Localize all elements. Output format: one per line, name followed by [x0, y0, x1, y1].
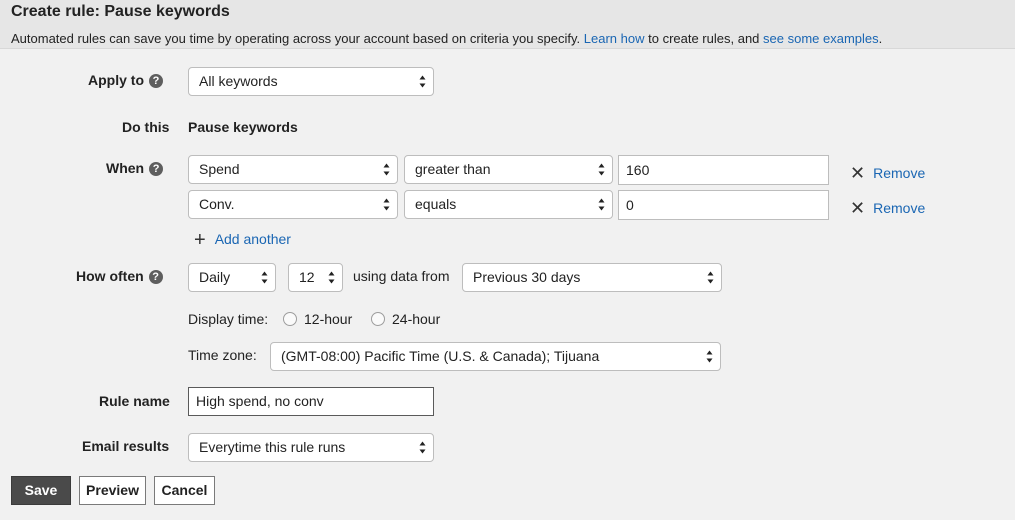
select-arrows-icon [383, 198, 390, 211]
frequency-value: Daily [199, 269, 231, 285]
how-often-label: How often? [76, 268, 163, 284]
using-data-from-label: using data from [353, 268, 450, 284]
do-this-label: Do this [122, 119, 170, 135]
hour-value: 12 [299, 269, 315, 285]
condition-operator-select[interactable]: equals [404, 190, 613, 219]
when-label-text: When [106, 160, 145, 176]
plus-icon: + [194, 229, 206, 251]
select-arrows-icon [598, 198, 605, 211]
date-range-select[interactable]: Previous 30 days [462, 263, 722, 292]
radio-24-hour[interactable]: 24-hour [371, 311, 440, 327]
radio-circle[interactable] [371, 312, 385, 326]
do-this-value: Pause keywords [188, 119, 298, 135]
help-icon[interactable]: ? [149, 162, 164, 176]
radio-circle[interactable] [283, 312, 297, 326]
help-icon[interactable]: ? [149, 74, 163, 88]
cancel-button[interactable]: Cancel [154, 476, 215, 505]
condition-metric-select[interactable]: Spend [188, 155, 398, 184]
rule-name-label: Rule name [99, 393, 170, 409]
select-arrows-icon [706, 350, 713, 363]
preview-button[interactable]: Preview [79, 476, 146, 505]
condition-metric-value: Conv. [199, 196, 235, 212]
remove-condition-button[interactable]: ✕ Remove [850, 198, 925, 219]
condition-value-input[interactable]: 160 [618, 155, 829, 185]
frequency-select[interactable]: Daily [188, 263, 276, 292]
add-another-link[interactable]: + Add another [194, 229, 291, 252]
date-range-value: Previous 30 days [473, 269, 581, 285]
time-zone-label: Time zone: [188, 347, 257, 363]
select-arrows-icon [598, 163, 605, 176]
learn-how-link[interactable]: Learn how [584, 31, 645, 46]
condition-metric-select[interactable]: Conv. [188, 190, 398, 219]
add-another-label: Add another [214, 231, 291, 247]
save-button[interactable]: Save [11, 476, 71, 505]
intro-text-middle: to create rules, and [644, 31, 764, 46]
condition-operator-value: greater than [415, 161, 491, 177]
radio-24-hour-label: 24-hour [392, 311, 441, 327]
email-results-value: Everytime this rule runs [199, 439, 346, 455]
apply-to-label-text: Apply to [88, 72, 144, 88]
intro-text: Automated rules can save you time by ope… [11, 31, 882, 46]
when-label: When? [106, 160, 164, 176]
condition-value-input[interactable]: 0 [618, 190, 829, 220]
select-arrows-icon [383, 163, 390, 176]
apply-to-select[interactable]: All keywords [188, 67, 434, 96]
radio-12-hour[interactable]: 12-hour [283, 311, 352, 327]
condition-metric-value: Spend [199, 161, 240, 177]
radio-12-hour-label: 12-hour [304, 311, 353, 327]
intro-text-end: . [878, 31, 883, 46]
hour-select[interactable]: 12 [288, 263, 343, 292]
email-results-select[interactable]: Everytime this rule runs [188, 433, 434, 462]
page-title: Create rule: Pause keywords [11, 3, 230, 20]
time-zone-select[interactable]: (GMT-08:00) Pacific Time (U.S. & Canada)… [270, 342, 721, 371]
select-arrows-icon [328, 271, 335, 284]
condition-operator-select[interactable]: greater than [404, 155, 613, 184]
select-arrows-icon [419, 441, 426, 454]
select-arrows-icon [419, 75, 426, 88]
rule-name-input[interactable]: High spend, no conv [188, 387, 434, 416]
remove-label: Remove [873, 165, 926, 181]
remove-label: Remove [873, 200, 926, 216]
select-arrows-icon [707, 271, 714, 284]
apply-to-value: All keywords [199, 73, 278, 89]
how-often-label-text: How often [76, 268, 144, 284]
apply-to-label: Apply to? [88, 72, 163, 88]
intro-text-start: Automated rules can save you time by ope… [11, 31, 584, 46]
display-time-label: Display time: [188, 311, 269, 327]
select-arrows-icon [261, 271, 268, 284]
time-zone-value: (GMT-08:00) Pacific Time (U.S. & Canada)… [281, 348, 600, 364]
help-icon[interactable]: ? [148, 270, 163, 284]
condition-operator-value: equals [415, 196, 457, 212]
close-icon: ✕ [850, 163, 866, 183]
page-header: Create rule: Pause keywords Automated ru… [0, 0, 1015, 49]
see-examples-link[interactable]: see some examples [763, 31, 879, 46]
email-results-label: Email results [82, 438, 170, 454]
remove-condition-button[interactable]: ✕ Remove [850, 163, 925, 184]
close-icon: ✕ [850, 198, 866, 218]
